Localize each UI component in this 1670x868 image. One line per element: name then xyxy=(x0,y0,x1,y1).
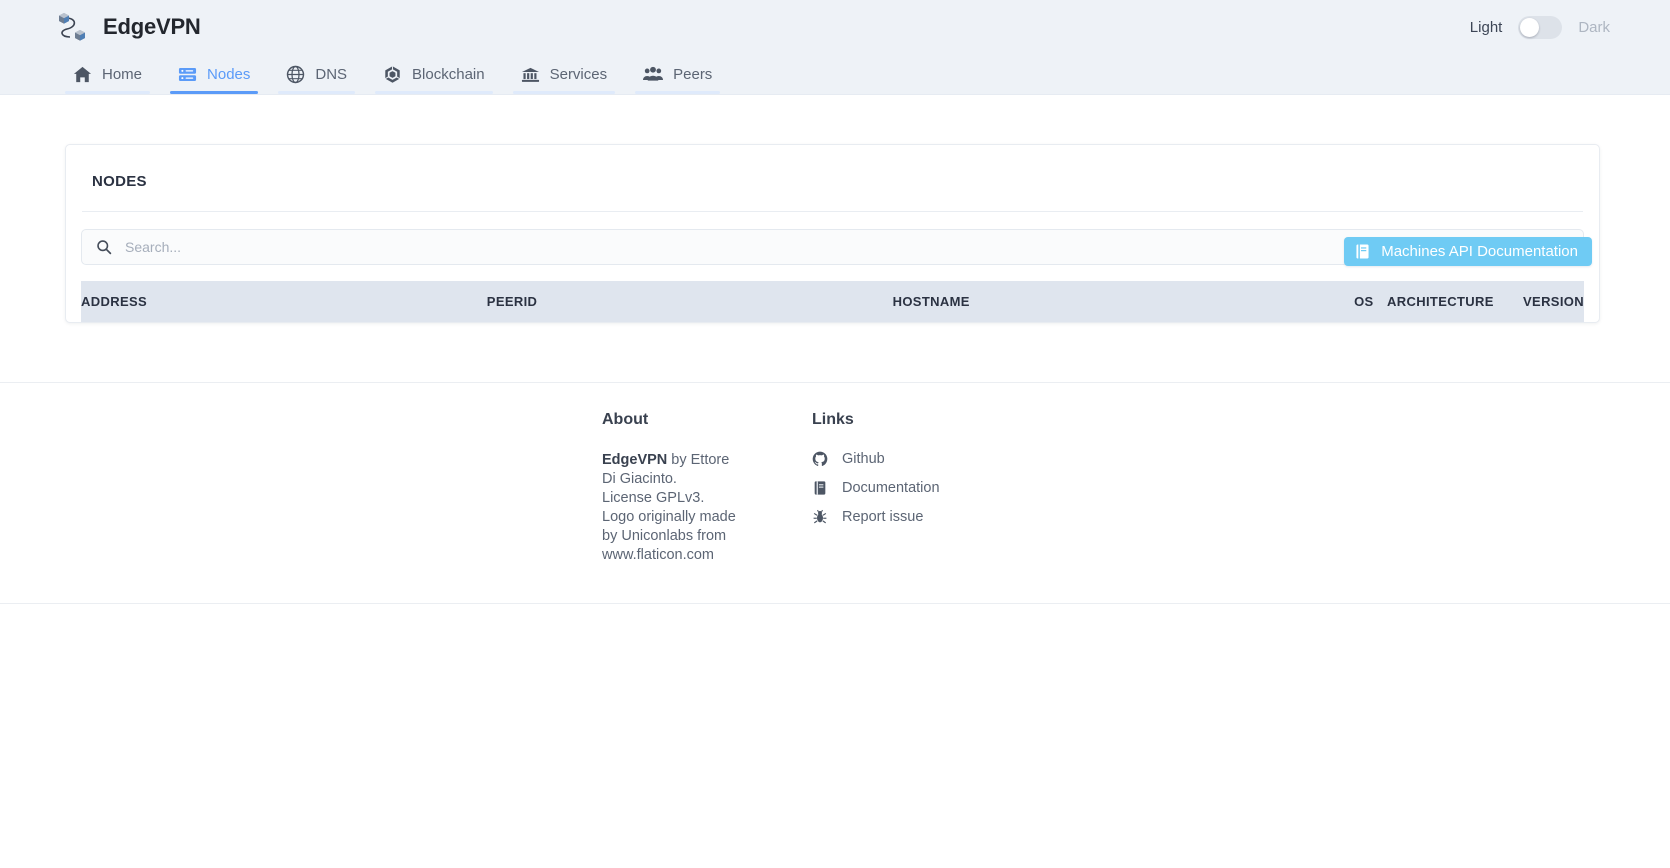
nav-item-services-label: Services xyxy=(549,65,608,83)
globe-icon xyxy=(286,65,305,84)
bug-icon xyxy=(812,509,828,525)
machines-api-documentation-button[interactable]: Machines API Documentation xyxy=(1344,237,1592,266)
footer-link-report-issue-label: Report issue xyxy=(842,509,924,525)
bank-icon xyxy=(521,65,540,84)
footer-about-text: EdgeVPN by Ettore Di Giacinto. License G… xyxy=(602,451,742,565)
footer-links-heading: Links xyxy=(812,411,854,428)
table-header-row: ADDRESS PEERID HOSTNAME OS ARCHITECTURE … xyxy=(81,281,1584,322)
book-icon xyxy=(812,480,828,496)
brand[interactable]: EdgeVPN xyxy=(55,10,201,44)
column-header-version[interactable]: VERSION xyxy=(1494,281,1584,322)
page-title: NODES xyxy=(92,173,147,190)
machines-api-documentation-label: Machines API Documentation xyxy=(1381,243,1578,260)
nav-item-peers[interactable]: Peers xyxy=(625,54,730,94)
column-header-address[interactable]: ADDRESS xyxy=(81,281,487,322)
nav-item-dns-label: DNS xyxy=(315,65,348,83)
footer-link-documentation-label: Documentation xyxy=(842,480,940,496)
footer-about-column: About EdgeVPN by Ettore Di Giacinto. Lic… xyxy=(602,411,812,565)
page-footer: About EdgeVPN by Ettore Di Giacinto. Lic… xyxy=(0,382,1670,604)
nav-item-nodes-label: Nodes xyxy=(207,65,251,83)
nav-item-peers-label: Peers xyxy=(673,65,713,83)
footer-links-column: Links Github Documentation Report issue xyxy=(812,411,1022,565)
column-header-os[interactable]: OS xyxy=(1268,281,1373,322)
app-header-top-row: EdgeVPN Light Dark xyxy=(0,0,1670,54)
main-content: Machines API Documentation NODES ADDRESS xyxy=(0,95,1670,323)
nodes-card-body: ADDRESS PEERID HOSTNAME OS ARCHITECTURE … xyxy=(66,212,1599,322)
footer-link-github[interactable]: Github xyxy=(812,451,1022,467)
nodes-table: ADDRESS PEERID HOSTNAME OS ARCHITECTURE … xyxy=(81,281,1584,322)
peers-icon xyxy=(643,64,664,84)
footer-about-credit: Logo originally made by Uniconlabs from … xyxy=(602,509,736,563)
nav-item-home-label: Home xyxy=(102,65,143,83)
column-header-hostname[interactable]: HOSTNAME xyxy=(893,281,1269,322)
blockchain-icon xyxy=(383,65,402,84)
brand-name: EdgeVPN xyxy=(103,14,201,39)
theme-toggle[interactable] xyxy=(1518,15,1563,39)
column-header-peerid[interactable]: PEERID xyxy=(487,281,893,322)
footer-link-documentation[interactable]: Documentation xyxy=(812,480,1022,496)
theme-label-light: Light xyxy=(1469,18,1503,36)
footer-about-license: License GPLv3. xyxy=(602,490,705,506)
github-icon xyxy=(812,451,828,467)
server-icon xyxy=(178,65,197,84)
column-header-architecture[interactable]: ARCHITECTURE xyxy=(1374,281,1494,322)
main-nav: Home Nodes DNS Blockchain Services Peers xyxy=(0,54,1670,94)
nav-item-services[interactable]: Services xyxy=(503,54,626,94)
nav-item-nodes[interactable]: Nodes xyxy=(160,54,268,94)
footer-columns: About EdgeVPN by Ettore Di Giacinto. Lic… xyxy=(0,411,1670,565)
nodes-table-header: ADDRESS PEERID HOSTNAME OS ARCHITECTURE … xyxy=(81,281,1584,322)
footer-link-report-issue[interactable]: Report issue xyxy=(812,509,1022,525)
nodes-card: NODES ADDRESS PEERID HOSTNAME xyxy=(65,144,1600,323)
nav-item-blockchain-label: Blockchain xyxy=(412,65,485,83)
theme-toggle-knob xyxy=(1520,17,1540,37)
home-icon xyxy=(73,65,92,84)
footer-link-github-label: Github xyxy=(842,451,885,467)
footer-about-brand: EdgeVPN xyxy=(602,452,668,468)
nav-item-blockchain[interactable]: Blockchain xyxy=(365,54,503,94)
nav-item-home[interactable]: Home xyxy=(55,54,160,94)
edgevpn-nodes-logo-icon xyxy=(55,10,89,44)
theme-switcher[interactable]: Light Dark xyxy=(1469,15,1610,39)
nav-item-dns[interactable]: DNS xyxy=(268,54,365,94)
theme-label-dark: Dark xyxy=(1578,18,1610,36)
footer-about-heading: About xyxy=(602,411,649,428)
book-icon xyxy=(1354,243,1371,260)
search-icon xyxy=(96,239,112,255)
app-header: EdgeVPN Light Dark Home Nodes DNS Blockc… xyxy=(0,0,1670,95)
